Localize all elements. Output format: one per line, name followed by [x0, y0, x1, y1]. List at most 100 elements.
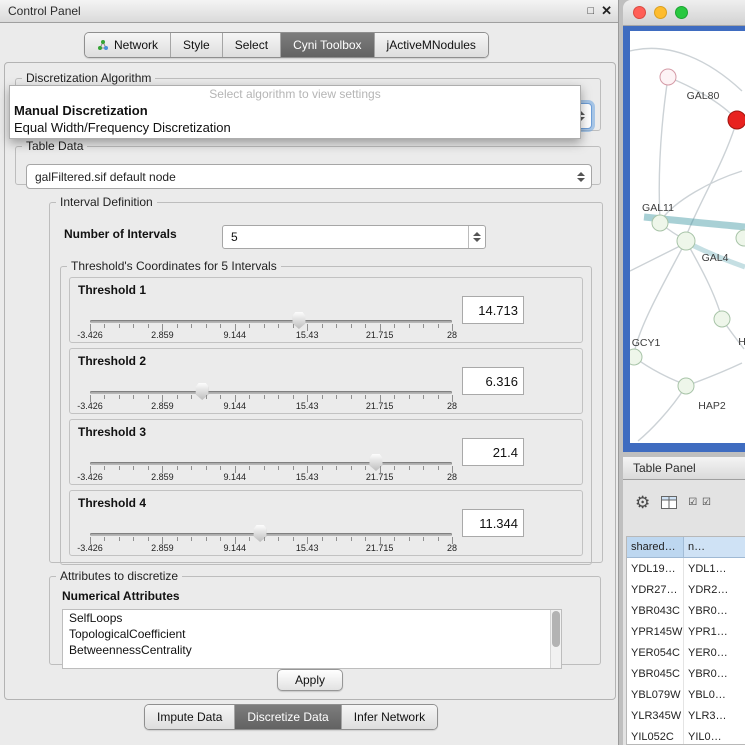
slider-scale-labels: -3.4262.8599.14415.4321.71528 [90, 472, 452, 483]
tick-mark [438, 324, 439, 328]
tab-discretize-data[interactable]: Discretize Data [235, 705, 341, 729]
table-row[interactable]: YLR345WYLR3… [627, 705, 745, 726]
tick-mark [423, 395, 424, 399]
close-window-icon[interactable]: ✕ [601, 3, 612, 19]
dropdown-option-manual-discretization[interactable]: Manual Discretization [10, 102, 580, 119]
select-rows-checkbox-icons[interactable]: ☑ ☑ [688, 497, 712, 508]
threshold-value-field[interactable]: 11.344 [462, 509, 524, 537]
threshold-value-field[interactable]: 21.4 [462, 438, 524, 466]
tick-mark [278, 324, 279, 328]
tab-cyni-toolbox[interactable]: Cyni Toolbox [281, 33, 374, 57]
network-node[interactable] [660, 69, 676, 85]
list-scrollbar[interactable] [550, 610, 561, 668]
scale-label: 21.715 [366, 472, 394, 482]
tick-mark [293, 395, 294, 399]
tick-mark [365, 324, 366, 328]
tab-network[interactable]: Network [85, 33, 171, 57]
network-node[interactable] [677, 232, 695, 250]
table-data-select[interactable]: galFiltered.sif default node [26, 164, 592, 189]
slider-track[interactable] [90, 320, 452, 323]
tick-mark [351, 537, 352, 541]
table-row[interactable]: YIL052CYIL0… [627, 726, 745, 745]
table-row[interactable]: YER054CYER0… [627, 642, 745, 663]
node-label: H [738, 336, 745, 348]
table-row[interactable]: YBR045CYBR0… [627, 663, 745, 684]
tick-mark [206, 466, 207, 470]
numerical-attributes-list[interactable]: SelfLoopsTopologicalCoefficientBetweenne… [62, 609, 562, 669]
tick-mark [104, 466, 105, 470]
spinner-arrows-icon[interactable] [468, 226, 485, 248]
slider-track[interactable] [90, 533, 452, 536]
tick-mark [133, 466, 134, 470]
slider-track[interactable] [90, 391, 452, 394]
list-item[interactable]: TopologicalCoefficient [63, 626, 561, 642]
apply-button[interactable]: Apply [277, 669, 343, 691]
network-canvas[interactable]: GAL80GAL11GAL4GCY1HAP2H [630, 31, 745, 443]
network-node[interactable] [652, 215, 668, 231]
tick-mark [264, 466, 265, 470]
dropdown-option-placeholder[interactable]: Select algorithm to view settings [10, 86, 580, 102]
tab-select[interactable]: Select [223, 33, 281, 57]
tab-jactivemnodules[interactable]: jActiveMNodules [375, 33, 488, 57]
cell-shared-name: YPR145W [627, 621, 684, 642]
scrollbar-thumb[interactable] [552, 611, 560, 647]
network-window-titlebar[interactable] [623, 0, 745, 26]
cell-shared-name: YDL19… [627, 558, 684, 579]
node-label: GAL11 [642, 202, 674, 214]
show-columns-icon[interactable] [661, 496, 677, 509]
attributes-group-title: Attributes to discretize [56, 569, 182, 583]
tick-mark [133, 324, 134, 328]
column-header-shared-name[interactable]: shared… [627, 537, 684, 557]
network-node[interactable] [714, 311, 730, 327]
dropdown-option-equal-width-frequency[interactable]: Equal Width/Frequency Discretization [10, 119, 580, 136]
table-data-group-title: Table Data [22, 139, 87, 153]
list-item[interactable]: BetweennessCentrality [63, 642, 561, 658]
network-view-window: GAL80GAL11GAL4GCY1HAP2H [623, 0, 745, 452]
cell-shared-name: YBR045C [627, 663, 684, 684]
slider-scale-labels: -3.4262.8599.14415.4321.71528 [90, 543, 452, 554]
tick-mark [322, 466, 323, 470]
table-row[interactable]: YDL19…YDL1… [627, 558, 745, 579]
scale-label: 9.144 [224, 330, 247, 340]
tab-impute-data[interactable]: Impute Data [145, 705, 235, 729]
slider-scale-labels: -3.4262.8599.14415.4321.71528 [90, 330, 452, 341]
threshold-value-field[interactable]: 14.713 [462, 296, 524, 324]
tick-mark [249, 395, 250, 399]
network-node[interactable] [736, 230, 745, 246]
slider-track[interactable] [90, 462, 452, 465]
minimize-traffic-light-icon[interactable] [654, 6, 667, 19]
scale-label: 21.715 [366, 330, 394, 340]
network-node[interactable] [678, 378, 694, 394]
network-node[interactable] [728, 111, 745, 129]
list-item[interactable]: SelfLoops [63, 610, 561, 626]
tick-mark [191, 324, 192, 328]
table-row[interactable]: YPR145WYPR1… [627, 621, 745, 642]
column-header-name[interactable]: n… [684, 537, 745, 557]
table-row[interactable]: YBR043CYBR0… [627, 600, 745, 621]
tick-mark [264, 537, 265, 541]
scale-label: 28 [447, 330, 457, 340]
close-traffic-light-icon[interactable] [633, 6, 646, 19]
number-of-intervals-spinner[interactable]: 5 [222, 225, 486, 249]
table-row[interactable]: YDR27…YDR2… [627, 579, 745, 600]
cell-shared-name: YER054C [627, 642, 684, 663]
tick-mark [177, 324, 178, 328]
zoom-traffic-light-icon[interactable] [675, 6, 688, 19]
tick-mark [191, 466, 192, 470]
table-panel-title: Table Panel [623, 461, 696, 475]
threshold-panel: Threshold 1 -3.4262.8599.14415.4321.7152… [69, 277, 583, 343]
network-node[interactable] [630, 349, 642, 365]
float-window-icon[interactable]: □ [587, 5, 594, 17]
tick-mark [177, 466, 178, 470]
scale-label: -3.426 [77, 472, 103, 482]
table-row[interactable]: YBL079WYBL0… [627, 684, 745, 705]
tick-mark [438, 537, 439, 541]
tick-mark [293, 466, 294, 470]
threshold-value-field[interactable]: 6.316 [462, 367, 524, 395]
gear-icon[interactable]: ⚙ [635, 494, 650, 511]
tab-infer-network[interactable]: Infer Network [342, 705, 437, 729]
scale-label: 15.43 [296, 472, 319, 482]
tick-mark [322, 395, 323, 399]
tab-style[interactable]: Style [171, 33, 223, 57]
tab-discretize-data-label: Discretize Data [247, 710, 328, 724]
